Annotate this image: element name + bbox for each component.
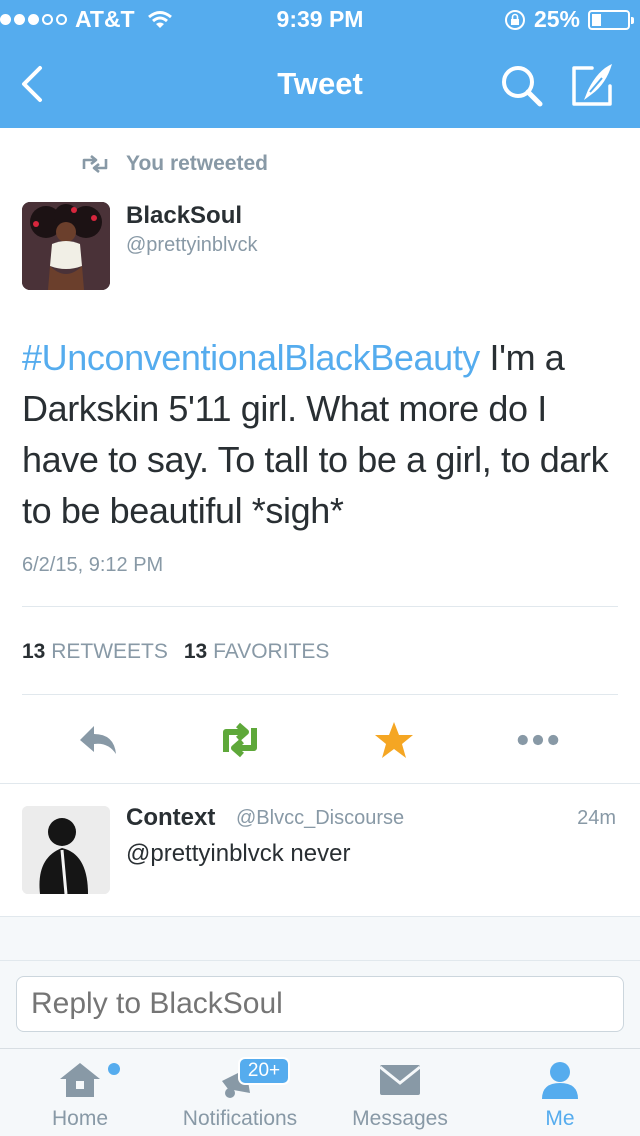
tweet-text: #UnconventionalBlackBeauty I'm a Darkski… bbox=[22, 332, 622, 536]
tab-label: Notifications bbox=[182, 1107, 298, 1130]
tab-label: Me bbox=[545, 1107, 575, 1130]
reply-avatar[interactable] bbox=[22, 806, 110, 894]
retweets-count[interactable]: 13 RETWEETS bbox=[22, 640, 168, 664]
reply-author-handle[interactable]: @Blvcc_Discourse bbox=[236, 807, 404, 830]
tab-bar: Home 20+ Notifications Messages Me bbox=[0, 1048, 640, 1136]
tab-label: Messages bbox=[352, 1107, 448, 1130]
retweet-context-label: You retweeted bbox=[126, 152, 268, 175]
engagement-counts: 13 RETWEETS 13 FAVORITES bbox=[22, 640, 329, 664]
reply-text: @prettyinblvck never bbox=[126, 840, 351, 867]
retweet-context: You retweeted bbox=[80, 152, 268, 176]
battery-percent: 25% bbox=[533, 6, 580, 32]
reply-composer bbox=[0, 960, 640, 1048]
nav-bar: Tweet bbox=[0, 40, 640, 128]
more-icon[interactable] bbox=[516, 720, 560, 760]
tweet-timestamp: 6/2/15, 9:12 PM bbox=[22, 554, 164, 576]
reply-timestamp: 24m bbox=[577, 807, 616, 829]
hashtag-link[interactable]: #UnconventionalBlackBeauty bbox=[22, 337, 480, 378]
avatar[interactable] bbox=[22, 202, 110, 290]
avatar-image bbox=[22, 202, 110, 290]
battery-level-fill bbox=[592, 13, 601, 26]
compose-icon[interactable] bbox=[568, 60, 618, 110]
tab-me[interactable]: Me bbox=[480, 1049, 640, 1136]
tab-home[interactable]: Home bbox=[0, 1049, 160, 1136]
tab-label: Home bbox=[51, 1107, 109, 1130]
divider bbox=[22, 606, 618, 607]
tab-notifications[interactable]: 20+ Notifications bbox=[160, 1049, 320, 1136]
divider bbox=[22, 694, 618, 695]
author-handle[interactable]: @prettyinblvck bbox=[126, 234, 257, 257]
orientation-lock-icon bbox=[504, 9, 525, 30]
messages-icon bbox=[379, 1065, 421, 1095]
profile-icon bbox=[542, 1062, 578, 1099]
spacer bbox=[0, 917, 640, 960]
reply-avatar-image bbox=[22, 806, 110, 894]
tab-messages[interactable]: Messages bbox=[320, 1049, 480, 1136]
search-icon[interactable] bbox=[498, 62, 546, 110]
favorites-count[interactable]: 13 FAVORITES bbox=[184, 640, 330, 664]
battery-icon bbox=[588, 9, 634, 30]
reply-author-name[interactable]: Context bbox=[126, 804, 215, 832]
favorite-star-icon[interactable] bbox=[372, 720, 416, 760]
home-icon bbox=[60, 1063, 100, 1097]
retweet-icon bbox=[82, 155, 108, 173]
new-content-dot bbox=[108, 1063, 120, 1075]
reply-input[interactable] bbox=[16, 976, 624, 1032]
status-bar: AT&T 9:39 PM 25% bbox=[0, 0, 640, 40]
retweet-icon[interactable] bbox=[218, 720, 262, 760]
reply-tweet[interactable]: Context @Blvcc_Discourse 24m @prettyinbl… bbox=[0, 783, 640, 917]
reply-icon[interactable] bbox=[76, 720, 120, 760]
author-name[interactable]: BlackSoul bbox=[126, 202, 242, 230]
notifications-badge: 20+ bbox=[238, 1057, 290, 1085]
header: AT&T 9:39 PM 25% Tweet bbox=[0, 0, 640, 128]
